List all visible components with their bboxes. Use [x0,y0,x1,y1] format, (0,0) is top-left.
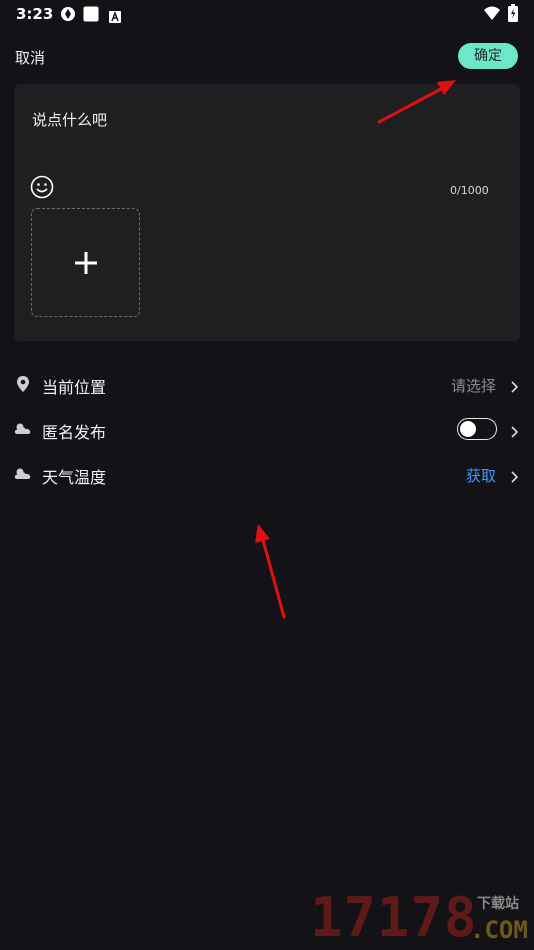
setting-label-anonymous: 匿名发布 [42,423,107,442]
annotation-arrow-list [255,524,286,619]
watermark-logo: 17178 下载站 .COM [310,886,534,950]
square-icon [83,6,99,26]
location-pin-icon [14,375,32,393]
status-time: 3:23 [16,5,54,23]
plus-icon [75,252,97,274]
status-bar: 3:23 [0,0,534,28]
cloud-icon [14,465,32,483]
battery-icon [508,4,518,26]
confirm-button[interactable]: 确定 [458,43,518,69]
toggle-knob [460,420,476,437]
weather-fetch-link[interactable]: 获取 [466,465,496,486]
watermark-domain: .COM [470,916,528,944]
add-media-button[interactable] [31,208,140,317]
setting-label-location: 当前位置 [42,378,107,397]
sync-icon [60,6,76,26]
post-editor: 说点什么吧 0/1000 [14,84,520,341]
cloud-icon [14,420,32,438]
setting-row-anonymous: 匿名发布 [0,409,534,449]
chevron-right-icon [510,378,519,393]
a-badge-icon [109,8,121,27]
char-count: 0/1000 [450,184,489,197]
cancel-button[interactable]: 取消 [15,47,45,68]
smiley-icon[interactable] [30,175,54,199]
watermark-sub: 下载站 [477,896,519,912]
chevron-right-icon [510,423,519,438]
setting-row-location[interactable]: 当前位置 请选择 [0,364,534,404]
post-text-input[interactable]: 说点什么吧 [32,109,107,130]
setting-row-weather[interactable]: 天气温度 获取 [0,454,534,494]
location-select-value[interactable]: 请选择 [451,375,496,396]
anonymous-toggle[interactable] [457,418,497,440]
top-bar: 取消 确定 [0,38,534,74]
setting-label-weather: 天气温度 [42,468,107,487]
chevron-right-icon [510,468,519,483]
watermark-number: 17178 [310,886,478,949]
wifi-icon [483,5,501,25]
